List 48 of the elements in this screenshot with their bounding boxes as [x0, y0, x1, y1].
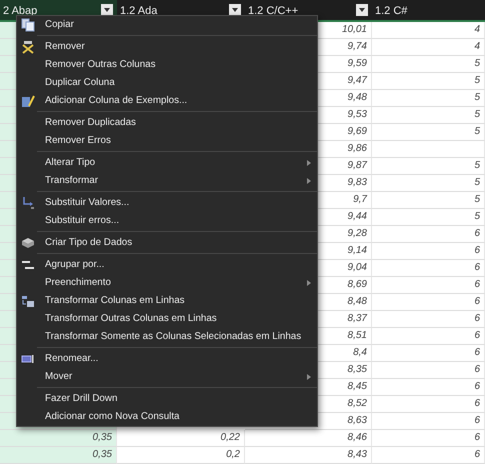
table-cell: 5 [372, 209, 485, 226]
table-cell: 6 [372, 260, 485, 277]
table-cell: 6 [372, 362, 485, 379]
table-cell: 6 [372, 311, 485, 328]
table-cell: 5 [372, 107, 485, 124]
table-cell: 0,35 [0, 447, 117, 464]
table-cell: 6 [372, 243, 485, 260]
rename-icon [21, 352, 35, 366]
table-cell: 5 [372, 175, 485, 192]
table-cell: 6 [372, 294, 485, 311]
table-cell: 5 [372, 158, 485, 175]
table-cell: 6 [372, 396, 485, 413]
submenu-arrow-icon [306, 177, 312, 185]
table-cell: 6 [372, 345, 485, 362]
table-cell: 5 [372, 73, 485, 90]
table-cell: 4 [372, 22, 485, 39]
table-cell: 8,43 [245, 447, 372, 464]
table-cell: 5 [372, 124, 485, 141]
table-cell: 6 [372, 328, 485, 345]
table-cell: 6 [372, 447, 485, 464]
layers-icon [21, 236, 35, 250]
column-header[interactable]: 1.2 C# [372, 0, 485, 22]
table-cell: 6 [372, 430, 485, 447]
copy-icon [21, 18, 35, 32]
examples-icon [21, 94, 35, 108]
table-cell: 6 [372, 413, 485, 430]
submenu-arrow-icon [306, 373, 312, 381]
table-cell: 0,35 [0, 430, 117, 447]
submenu-arrow-icon [306, 279, 312, 287]
caret-icon [358, 6, 366, 14]
table-cell: 8,46 [245, 430, 372, 447]
remove-icon [21, 40, 35, 54]
table-cell: 5 [372, 90, 485, 107]
table-cell: 4 [372, 39, 485, 56]
group-icon [21, 258, 35, 272]
filter-dropdown-button[interactable] [356, 4, 368, 16]
table-icon [21, 294, 35, 308]
table-cell: 6 [372, 277, 485, 294]
submenu-arrow-icon [306, 159, 312, 167]
table-cell: 0,22 [117, 430, 245, 447]
table-cell: 0,2 [117, 447, 245, 464]
table-cell: 6 [372, 226, 485, 243]
filter-dropdown-button[interactable] [229, 4, 241, 16]
table-cell: 5 [372, 192, 485, 209]
table-cell: 6 [372, 379, 485, 396]
filter-dropdown-button[interactable] [101, 4, 113, 16]
table-cell: 5 [372, 56, 485, 73]
replace-icon [21, 196, 35, 210]
